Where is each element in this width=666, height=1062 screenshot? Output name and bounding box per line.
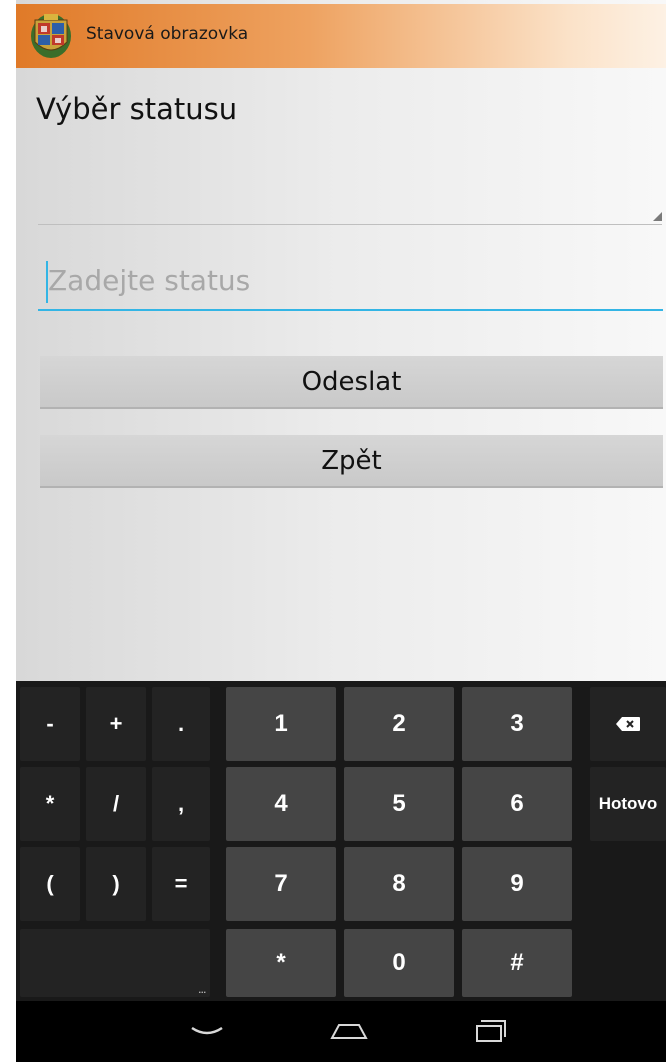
key-close-paren[interactable]: ) [86,847,146,921]
status-select[interactable] [38,160,662,225]
key-slash[interactable]: / [86,767,146,841]
key-asterisk-symbol[interactable]: * [20,767,80,841]
backspace-icon [616,717,640,731]
key-6[interactable]: 6 [462,767,572,841]
hide-keyboard-button[interactable] [177,1011,237,1051]
key-4[interactable]: 4 [226,767,336,841]
key-7[interactable]: 7 [226,847,336,921]
recent-apps-button[interactable] [461,1011,521,1051]
key-hash[interactable]: # [462,929,572,997]
numeric-keyboard: - + . * / , ( ) = ... 1 2 3 4 5 6 7 8 9 … [16,681,666,1001]
back-button[interactable]: Zpět [40,435,663,488]
key-5[interactable]: 5 [344,767,454,841]
home-icon [330,1024,368,1039]
key-minus[interactable]: - [20,687,80,761]
key-comma[interactable]: , [152,767,210,841]
key-1[interactable]: 1 [226,687,336,761]
key-open-paren[interactable]: ( [20,847,80,921]
backspace-key[interactable] [590,687,666,761]
device-screen: Stavová obrazovka Výběr statusu Odeslat … [16,0,666,1062]
key-3[interactable]: 3 [462,687,572,761]
key-0[interactable]: 0 [344,929,454,997]
key-star[interactable]: * [226,929,336,997]
text-cursor [46,261,48,303]
coat-of-arms-icon [31,14,71,58]
key-2[interactable]: 2 [344,687,454,761]
key-equals[interactable]: = [152,847,210,921]
space-key-hint: ... [198,985,206,995]
dropdown-corner-icon [653,212,662,221]
hide-keyboard-icon [191,1026,223,1035]
status-select-label: Výběr statusu [36,92,238,126]
send-button[interactable]: Odeslat [40,356,663,409]
space-key[interactable]: ... [20,929,210,997]
home-button[interactable] [319,1011,379,1051]
system-navigation-bar [16,1001,666,1062]
status-input-field[interactable] [38,255,663,311]
key-9[interactable]: 9 [462,847,572,921]
app-window: Stavová obrazovka Výběr statusu Odeslat … [16,0,666,681]
key-8[interactable]: 8 [344,847,454,921]
status-input[interactable] [38,255,663,305]
key-plus[interactable]: + [86,687,146,761]
recent-apps-icon [476,1020,506,1042]
key-period[interactable]: . [152,687,210,761]
app-title: Stavová obrazovka [86,24,249,44]
done-key[interactable]: Hotovo [590,767,666,841]
action-bar: Stavová obrazovka [16,4,666,68]
